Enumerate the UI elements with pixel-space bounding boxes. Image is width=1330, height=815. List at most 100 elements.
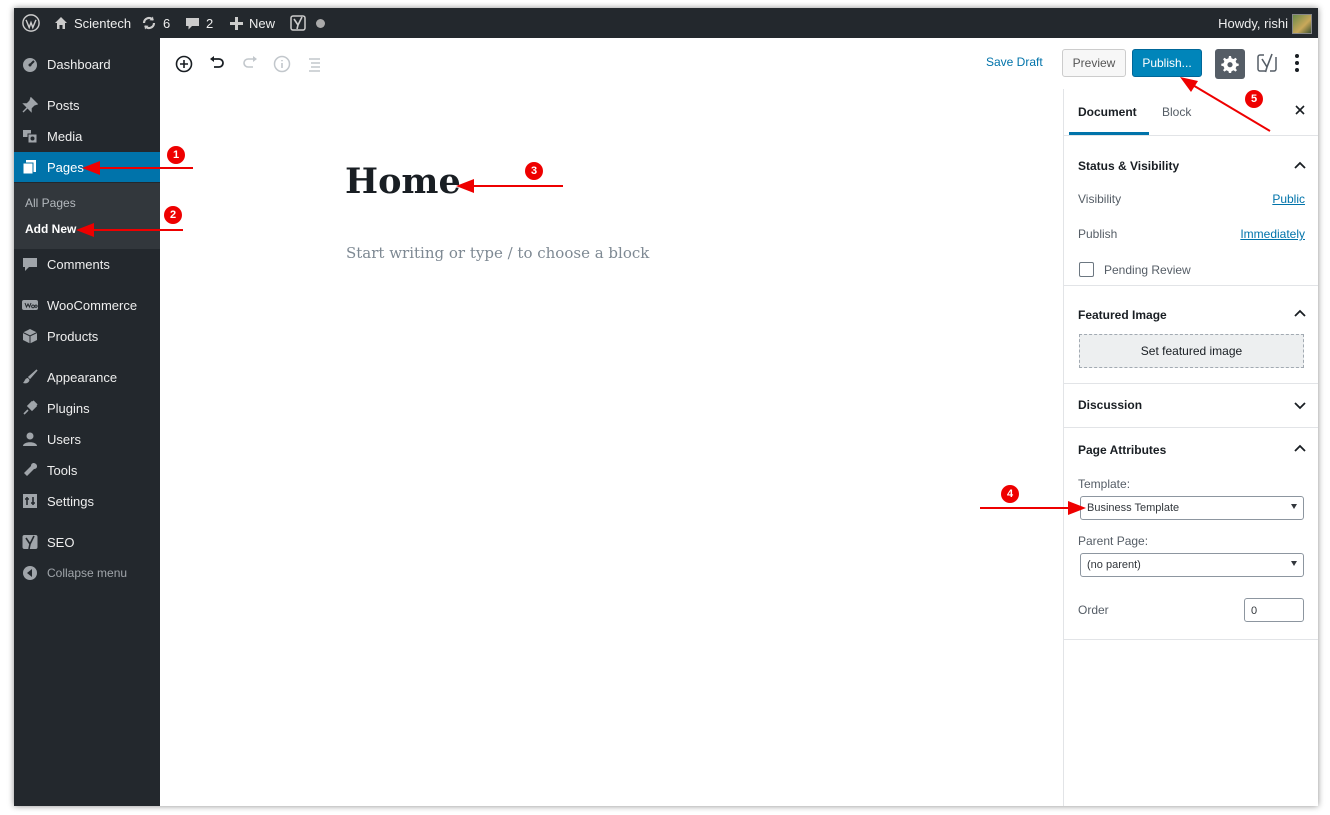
plug-icon [23,400,38,415]
brush-icon [23,369,38,384]
updates-icon [142,16,156,30]
preview-button[interactable]: Preview [1062,49,1126,77]
sidebar-item-pages[interactable]: Pages [14,152,160,182]
pending-review-checkbox[interactable] [1079,262,1094,277]
dropdown-arrow-icon [1291,561,1297,566]
wordpress-logo-icon[interactable] [22,8,40,38]
set-featured-image-button[interactable]: Set featured image [1079,334,1304,368]
sidebar-item-comments[interactable]: Comments [14,249,160,279]
sidebar-item-label: Dashboard [47,56,111,72]
undo-icon[interactable] [207,54,227,74]
sidebar-item-label: WooCommerce [47,297,138,313]
sidebar-item-tools[interactable]: Tools [14,455,160,485]
dropdown-arrow-icon [1291,504,1297,509]
template-select[interactable]: Business Template [1080,496,1304,520]
sidebar-item-plugins[interactable]: Plugins [14,393,160,423]
publish-label: Publish [1078,227,1118,241]
site-name: Scientech [74,15,132,31]
chevron-up-icon[interactable] [1293,307,1307,321]
info-icon[interactable] [272,54,292,74]
order-label: Order [1078,603,1109,617]
collapse-icon [23,566,37,580]
sidebar-item-users[interactable]: Users [14,424,160,454]
gear-icon [1221,56,1239,73]
browser-frame: Scientech 6 2 New Howdy, rishi Dashboard [14,8,1318,806]
order-input[interactable]: 0 [1244,598,1304,622]
status-visibility-title[interactable]: Status & Visibility [1078,159,1179,173]
sidebar-item-products[interactable]: Products [14,321,160,351]
settings-toggle-button[interactable] [1215,49,1245,79]
add-block-icon[interactable] [174,54,194,74]
sidebar-item-label: Plugins [47,400,90,416]
publish-button[interactable]: Publish... [1132,49,1202,77]
sidebar-item-label: Tools [47,462,78,478]
page-attributes-title[interactable]: Page Attributes [1078,443,1166,457]
dashboard-icon [23,58,37,72]
page-title[interactable]: Home [345,161,461,202]
sidebar-item-label: Settings [47,493,94,509]
settings-sidebar: Document Block Status & Visibility Visib… [1063,89,1318,806]
featured-image-panel: Featured Image Set featured image [1064,285,1318,384]
chevron-down-icon[interactable] [1293,398,1307,412]
submenu-item-add-new[interactable]: Add New [25,222,76,236]
sidebar-item-dashboard[interactable]: Dashboard [14,49,160,79]
pin-icon [22,97,38,113]
tab-document[interactable]: Document [1078,105,1137,119]
comments-count: 2 [206,15,214,31]
discussion-title[interactable]: Discussion [1078,398,1142,412]
sidebar-tabs: Document Block [1064,89,1318,136]
my-account-link[interactable]: Howdy, rishi [1218,8,1288,38]
admin-sidebar: Dashboard Posts Media Pages All Pages Ad… [14,38,160,806]
more-options-icon[interactable] [1290,52,1304,74]
comments-link[interactable]: 2 [185,8,213,38]
submenu-item-all-pages[interactable]: All Pages [25,196,76,210]
sidebar-item-posts[interactable]: Posts [14,90,160,120]
block-navigation-icon[interactable] [305,54,325,74]
sidebar-item-appearance[interactable]: Appearance [14,362,160,392]
yoast-adminbar-link[interactable] [290,8,325,38]
annotation-badge-1: 1 [167,146,185,164]
visibility-link[interactable]: Public [1272,192,1305,206]
products-icon [22,329,38,344]
sidebar-item-media[interactable]: Media [14,121,160,151]
template-value: Business Template [1087,502,1180,514]
pages-icon [22,160,36,175]
sidebar-item-label: Media [47,128,83,144]
yoast-icon [290,15,306,31]
sidebar-item-seo[interactable]: SEO [14,527,160,557]
yoast-icon [22,535,38,550]
status-visibility-panel: Status & Visibility Visibility Public Pu… [1064,135,1318,286]
visibility-label: Visibility [1078,192,1122,206]
parent-page-value: (no parent) [1087,559,1141,571]
comment-icon [186,17,199,29]
chevron-up-icon[interactable] [1293,442,1307,456]
sidebar-item-settings[interactable]: Settings [14,486,160,516]
featured-image-title[interactable]: Featured Image [1078,308,1167,322]
howdy-text: Howdy, rishi [1218,15,1288,31]
site-name-link[interactable]: Scientech [54,8,131,38]
block-placeholder[interactable]: Start writing or type / to choose a bloc… [346,244,649,262]
editor-canvas[interactable]: Home Start writing or type / to choose a… [160,89,1063,806]
sidebar-item-label: Products [47,328,99,344]
sidebar-item-label: SEO [47,534,75,550]
collapse-menu-button[interactable]: Collapse menu [14,558,160,588]
yoast-icon[interactable] [1256,52,1278,74]
parent-page-select[interactable]: (no parent) [1080,553,1304,577]
tab-block[interactable]: Block [1162,105,1191,119]
redo-icon[interactable] [240,54,260,74]
editor-header: Save Draft Preview Publish... [160,38,1318,90]
updates-link[interactable]: 6 [141,8,170,38]
new-content-link[interactable]: New [230,8,275,38]
plus-icon [230,16,243,30]
page-attributes-panel: Page Attributes Template: Business Templ… [1064,427,1318,640]
close-icon[interactable] [1293,103,1307,117]
chevron-up-icon[interactable] [1293,159,1307,173]
annotation-badge-4: 4 [1001,485,1019,503]
pending-review-label[interactable]: Pending Review [1104,263,1191,277]
save-draft-button[interactable]: Save Draft [986,55,1043,69]
publish-date-link[interactable]: Immediately [1240,227,1305,241]
sidebar-item-woocommerce[interactable]: WooCommerce [14,290,160,320]
woocommerce-icon [22,300,38,310]
wrench-icon [24,462,38,476]
avatar[interactable] [1292,14,1312,34]
